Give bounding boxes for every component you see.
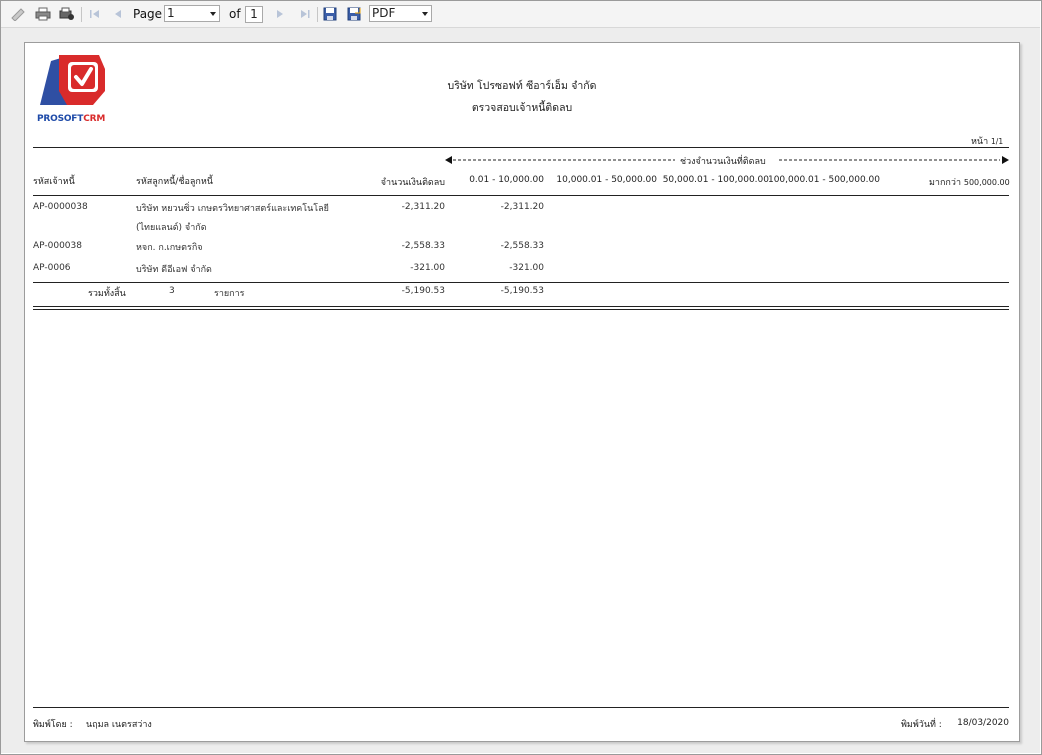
page-number-select[interactable]: 1	[164, 5, 220, 22]
page-indicator: หน้า 1/1	[971, 134, 1003, 148]
column-header-rule	[33, 195, 1009, 196]
row-1-name: บริษัท หยวนซิ่ว เกษตรวิทยาศาสตร์และเทคโน…	[136, 204, 329, 214]
col-range-2: 10,000.01 - 50,000.00	[556, 175, 657, 185]
row-3-name: บริษัท ดีอีเอฟ จำกัด	[136, 265, 212, 275]
print-icon[interactable]	[34, 6, 52, 22]
col-range-4: 100,000.01 - 500,000.00	[767, 175, 880, 185]
col-creditor-code: รหัสเจ้าหนี้	[33, 177, 75, 187]
row-3-code: AP-0006	[33, 263, 71, 273]
col-range-1: 0.01 - 10,000.00	[469, 175, 544, 185]
prev-page-icon[interactable]	[109, 6, 127, 22]
printed-by-label: พิมพ์โดย :	[33, 720, 73, 730]
range-caption: ช่วงจำนวนเงินที่ติดลบ	[680, 157, 766, 167]
next-page-icon[interactable]	[271, 6, 289, 22]
total-range-1: -5,190.53	[500, 286, 544, 296]
total-double-rule-bottom	[33, 309, 1009, 310]
total-double-rule-top	[33, 306, 1009, 307]
row-2-name: หจก. ก.เกษตรกิจ	[136, 243, 203, 253]
col-range-5-value: 500,000.00	[963, 178, 1010, 187]
row-1-code: AP-0000038	[33, 202, 88, 212]
page-label: Page	[133, 7, 163, 21]
col-debtor: รหัสลูกหนี้/ชื่อลูกหนี้	[136, 177, 213, 187]
report-toolbar: Page 1 of 1 PDF	[1, 1, 1040, 28]
printed-date-value: 18/03/2020	[957, 718, 1009, 728]
page-indicator-value: 1/1	[991, 137, 1004, 146]
page-total-value: 1	[250, 7, 258, 21]
printed-date-label: พิมพ์วันที่ :	[901, 720, 942, 730]
col-amount: จำนวนเงินติดลบ	[380, 178, 445, 188]
chevron-down-icon	[210, 12, 216, 16]
save-as-icon[interactable]	[345, 6, 363, 22]
printed-by-name: นฤมล เนตรสว่าง	[86, 720, 152, 730]
page-total-box: 1	[245, 6, 263, 23]
col-range-3: 50,000.01 - 100,000.00	[662, 175, 769, 185]
chevron-down-icon	[422, 12, 428, 16]
row-2-range-1: -2,558.33	[500, 241, 544, 251]
row-3-amount: -321.00	[410, 263, 445, 273]
total-amount: -5,190.53	[401, 286, 445, 296]
row-3-range-1: -321.00	[509, 263, 544, 273]
last-page-icon[interactable]	[296, 6, 314, 22]
total-unit: รายการ	[214, 289, 245, 299]
company-name: บริษัท โปรซอฟท์ ซีอาร์เอ็ม จำกัด	[447, 80, 597, 92]
total-count: 3	[169, 286, 175, 296]
col-range-5: มากกว่า 500,000.00	[929, 175, 1010, 189]
toolbar-separator	[81, 7, 82, 22]
row-1-name-line2: (ไทยแลนด์) จำกัด	[136, 223, 207, 233]
footer-rule	[33, 707, 1009, 708]
page-indicator-label: หน้า	[971, 137, 989, 147]
report-page: PROSOFTCRM บริษัท โปรซอฟท์ ซีอาร์เอ็ม จำ…	[24, 42, 1020, 742]
header-rule	[33, 147, 1009, 148]
edit-icon[interactable]	[9, 6, 27, 22]
total-top-rule	[33, 282, 1009, 283]
first-page-icon[interactable]	[86, 6, 104, 22]
print-setup-icon[interactable]	[58, 6, 76, 22]
row-2-amount: -2,558.33	[401, 241, 445, 251]
row-1-amount: -2,311.20	[401, 202, 445, 212]
row-1-range-1: -2,311.20	[500, 202, 544, 212]
save-icon[interactable]	[321, 6, 339, 22]
row-2-code: AP-000038	[33, 241, 82, 251]
report-title: ตรวจสอบเจ้าหนี้ติดลบ	[471, 102, 573, 114]
toolbar-separator	[317, 7, 318, 22]
export-format-select[interactable]: PDF	[369, 5, 432, 22]
page-number-value: 1	[167, 6, 175, 20]
col-range-5-prefix: มากกว่า	[929, 178, 961, 188]
of-label: of	[229, 7, 241, 21]
total-label: รวมทั้งสิ้น	[88, 289, 126, 299]
range-span-indicator: ช่วงจำนวนเงินที่ติดลบ	[445, 154, 1009, 167]
export-format-value: PDF	[372, 6, 396, 20]
